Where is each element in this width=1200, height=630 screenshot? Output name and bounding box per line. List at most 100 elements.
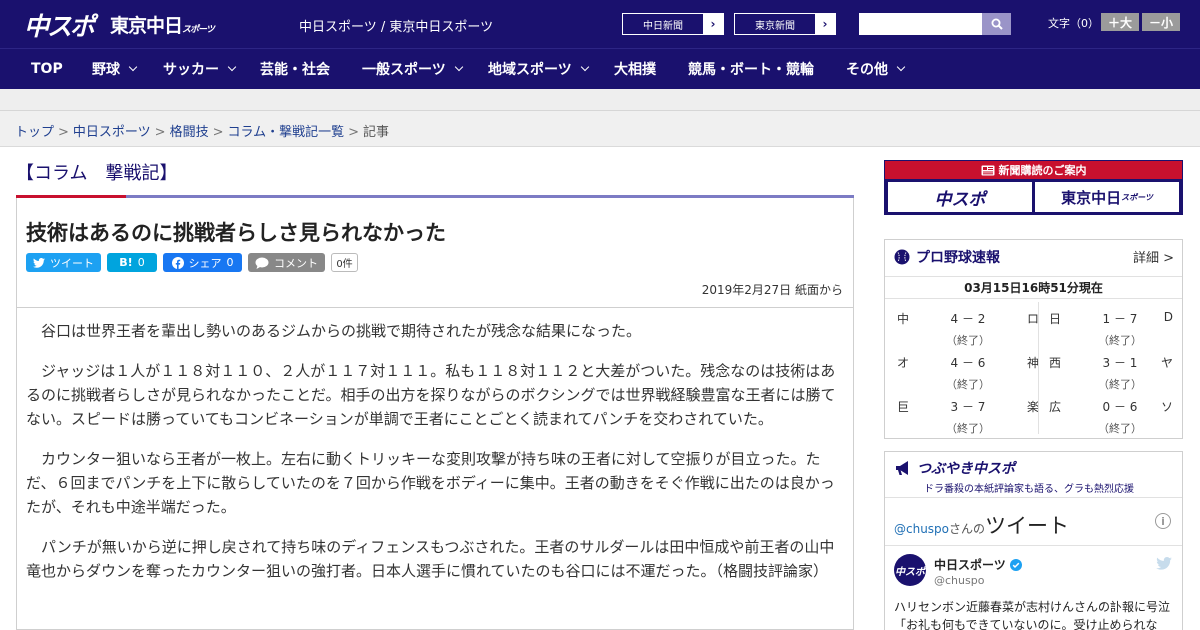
facebook-count: 0 [226, 256, 234, 269]
breadcrumb-separator: > [212, 125, 224, 140]
chevron-down-icon [454, 62, 463, 72]
info-icon[interactable]: i [1155, 513, 1171, 529]
megaphone-icon [896, 461, 908, 475]
breadcrumb-link-top[interactable]: トップ [15, 125, 54, 140]
nav-item-local-sports[interactable]: 地域スポーツ [488, 49, 589, 89]
chunichi-sports-subscribe-logo[interactable]: 中スポ [888, 182, 1032, 212]
tokyo-chunichi-subscribe-logo[interactable]: 東京中日 スポーツ [1035, 182, 1179, 212]
game-status: （終了） [1098, 334, 1142, 347]
game-score[interactable]: 中 4 － 2 ロ （終了） [897, 310, 1039, 354]
away-team: D [1163, 310, 1173, 324]
tweet-account-handle[interactable]: @chuspo [934, 574, 984, 587]
hatena-count: 0 [137, 256, 145, 269]
tweet-account-name[interactable]: 中日スポーツ [934, 556, 1022, 573]
subscription-banner[interactable]: 新聞購読のご案内 中スポ 東京中日 スポーツ [884, 160, 1183, 215]
tokyo-shimbun-button[interactable]: 東京新聞 › [734, 13, 836, 35]
article-paragraph: パンチが無いから逆に押し戻されて持ち味のディフェンスもつぶされた。王者のサルダー… [26, 538, 835, 580]
nav-item-label: 野球 [92, 62, 120, 78]
search-input[interactable] [859, 13, 982, 35]
tsubuyaki-title: つぶやき中スポ [894, 458, 1015, 478]
article-headline: 技術はあるのに挑戦者らしさ見られなかった [26, 221, 446, 245]
twitter-timeline-header: @chuspoさんのツイート [894, 510, 1069, 540]
nav-item-label: 一般スポーツ [362, 62, 446, 78]
tokyo-chunichi-logo-text: 東京中日 [110, 15, 183, 37]
avatar[interactable]: 中スポ [894, 554, 926, 586]
score: 3 － 1 [1102, 356, 1138, 370]
search-icon [991, 18, 1003, 30]
game-score[interactable]: オ 4 － 6 神 （終了） [897, 354, 1039, 398]
search-button[interactable] [982, 13, 1011, 35]
nav-item-general-sports[interactable]: 一般スポーツ [362, 49, 463, 89]
tokyo-chunichi-sports-logo[interactable]: 東京中日スポーツ [110, 11, 215, 38]
score: 3 － 7 [950, 400, 986, 414]
home-team: 中 [897, 312, 910, 326]
nav-item-soccer[interactable]: サッカー [163, 49, 237, 89]
twitter-handle-suffix: さんの [949, 522, 986, 536]
home-team: オ [897, 356, 910, 370]
nav-item-sumo[interactable]: 大相撲 [614, 49, 656, 89]
subscription-logos: 中スポ 東京中日 スポーツ [888, 182, 1179, 212]
game-score[interactable]: 日 1 － 7 D （終了） [1049, 310, 1173, 354]
baseball-details-link[interactable]: 詳細 > [1133, 247, 1174, 266]
breadcrumb-separator: > [154, 125, 166, 140]
away-team: ヤ [1160, 356, 1173, 370]
breadcrumb-link-chunichi-sports[interactable]: 中日スポーツ [73, 125, 151, 140]
facebook-share-label: シェア [188, 256, 222, 270]
tokyo-chunichi-subscribe-logo-suffix: スポーツ [1121, 192, 1153, 202]
baseball-icon [894, 249, 910, 265]
font-smaller-button[interactable]: －小 [1142, 13, 1180, 31]
chunichi-shimbun-button[interactable]: 中日新聞 › [622, 13, 724, 35]
facebook-icon [171, 256, 184, 269]
twitter-handle-link[interactable]: @chuspo [894, 522, 949, 536]
chevron-right-icon: › [815, 14, 835, 34]
game-status: （終了） [946, 378, 990, 391]
home-team: 巨 [897, 400, 910, 414]
twitter-bird-icon [33, 257, 45, 268]
hatena-bookmark-button[interactable]: B! 0 [107, 253, 157, 272]
subscription-header: 新聞購読のご案内 [885, 161, 1182, 179]
comment-button-label: コメント [274, 256, 318, 270]
font-size-label: 文字（0） [1048, 17, 1099, 30]
nav-item-top[interactable]: TOP [31, 49, 63, 89]
tweet-text[interactable]: ハリセンボン近藤春菜が志村けんさんの訃報に号泣「お礼も何もできていないのに。受け… [894, 598, 1176, 630]
chevron-down-icon [227, 62, 237, 72]
facebook-share-button[interactable]: シェア 0 [163, 253, 242, 272]
timeline-divider [885, 545, 1182, 546]
score: 4 － 6 [950, 356, 986, 370]
tweet-button-label: ツイート [50, 256, 94, 270]
breadcrumb-link-column-list[interactable]: コラム・撃戦記一覧 [228, 125, 345, 140]
chunichi-shimbun-label: 中日新聞 [643, 20, 683, 32]
nav-item-entertainment[interactable]: 芸能・社会 [260, 49, 330, 89]
chunichi-sports-logo[interactable]: 中スポ [24, 7, 95, 43]
breadcrumb: トップ > 中日スポーツ > 格闘技 > コラム・撃戦記一覧 > 記事 [15, 121, 389, 140]
comment-count: 0件 [331, 253, 358, 272]
score: 0 － 6 [1102, 400, 1138, 414]
nav-item-label: サッカー [163, 62, 219, 78]
tweet-button[interactable]: ツイート [26, 253, 101, 272]
nav-item-label: 芸能・社会 [260, 62, 330, 78]
nav-item-racing[interactable]: 競馬・ボート・競輪 [688, 49, 814, 89]
verified-badge-icon [1009, 558, 1022, 571]
tweets-label: ツイート [985, 514, 1070, 538]
font-bigger-button[interactable]: ＋大 [1101, 13, 1139, 31]
game-score[interactable]: 広 0 － 6 ソ （終了） [1049, 398, 1173, 442]
baseball-timestamp: 03月15日16時51分現在 [885, 276, 1182, 299]
breadcrumb-link-fighting[interactable]: 格闘技 [170, 125, 209, 140]
nav-item-baseball[interactable]: 野球 [92, 49, 138, 89]
site-header: 中スポ 東京中日スポーツ 中日スポーツ / 東京中日スポーツ 中日新聞 › 東京… [0, 0, 1200, 48]
game-score[interactable]: 西 3 － 1 ヤ （終了） [1049, 354, 1173, 398]
game-status: （終了） [1098, 422, 1142, 435]
twitter-bird-icon[interactable] [1156, 557, 1172, 570]
account-name-label: 中日スポーツ [934, 558, 1006, 572]
nav-item-label: TOP [31, 61, 63, 77]
nav-item-other[interactable]: その他 [846, 49, 906, 89]
ad-band [0, 89, 1200, 111]
breadcrumb-separator: > [348, 125, 360, 140]
breadcrumb-current: 記事 [363, 125, 390, 140]
breadcrumb-separator: > [58, 125, 69, 140]
game-score[interactable]: 巨 3 － 7 楽 （終了） [897, 398, 1039, 442]
comment-button[interactable]: コメント [248, 253, 325, 272]
site-name[interactable]: 中日スポーツ / 東京中日スポーツ [299, 16, 493, 35]
nav-item-label: 地域スポーツ [488, 62, 572, 78]
main-nav: TOP 野球 サッカー 芸能・社会 一般スポーツ 地域スポーツ 大相撲 競馬・ボ… [0, 48, 1200, 89]
